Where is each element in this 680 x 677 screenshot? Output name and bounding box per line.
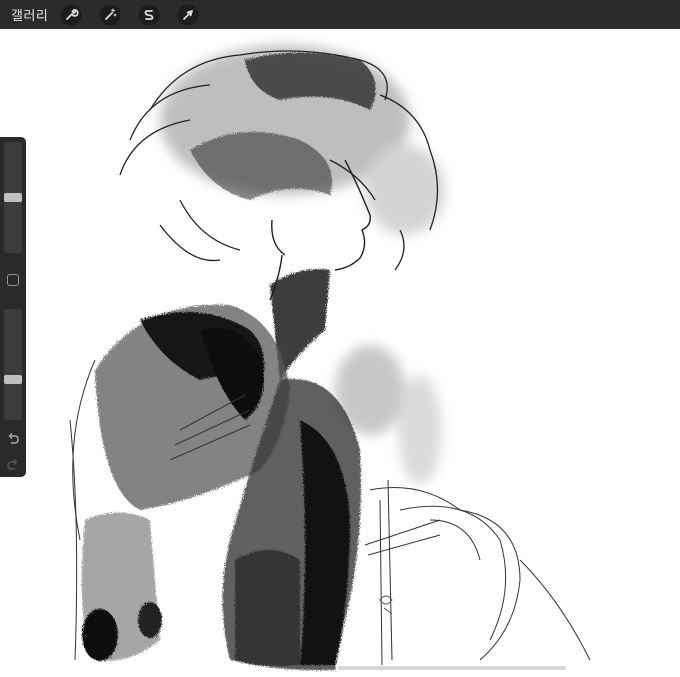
brush-size-slider[interactable]	[4, 142, 22, 253]
redo-icon[interactable]	[6, 457, 20, 471]
opacity-thumb[interactable]	[4, 375, 22, 384]
home-indicator	[338, 666, 566, 670]
arrow-cursor-icon[interactable]	[177, 4, 199, 26]
drawing-canvas[interactable]	[0, 29, 680, 677]
opacity-slider[interactable]	[4, 309, 22, 420]
wrench-icon[interactable]	[60, 4, 82, 26]
brush-size-thumb[interactable]	[4, 193, 22, 202]
magic-wand-icon[interactable]	[99, 4, 121, 26]
left-sidebar	[0, 137, 26, 477]
selection-s-icon[interactable]	[138, 4, 160, 26]
top-toolbar: 갤러리	[0, 0, 680, 29]
square-modify-icon[interactable]	[7, 274, 19, 286]
gallery-button[interactable]: 갤러리	[11, 5, 48, 24]
undo-icon[interactable]	[6, 431, 20, 445]
sketch-artwork	[69, 45, 591, 671]
